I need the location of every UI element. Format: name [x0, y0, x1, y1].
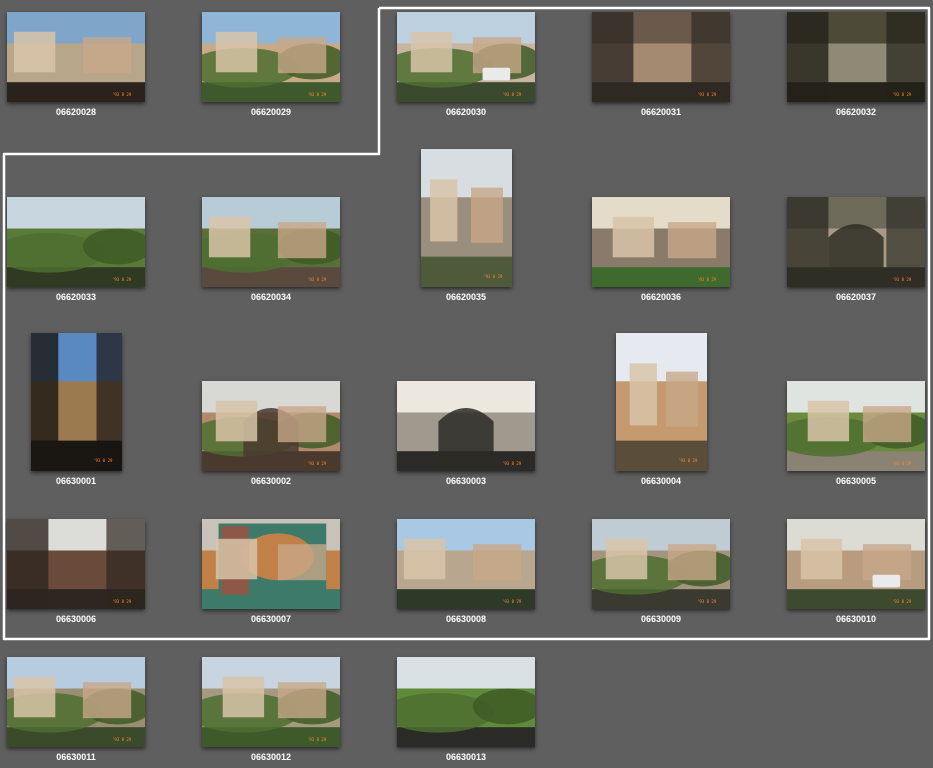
date-stamp: '93 8 29	[678, 457, 698, 463]
date-stamp: '93 8 29	[696, 276, 717, 282]
date-stamp: '93 8 29	[93, 457, 113, 463]
photo-filename: 06630001	[55, 476, 97, 486]
date-stamp: '93 8 29	[891, 598, 912, 604]
photo-thumbnail[interactable]: '93 8 29	[30, 333, 122, 471]
photo-filename: 06630011	[56, 752, 96, 762]
date-stamp: '93 8 29	[891, 91, 912, 97]
photo-thumbnail[interactable]: '93 8 29	[202, 657, 340, 747]
photo-thumbnail[interactable]: '93 8 29	[7, 519, 145, 609]
date-stamp: '93 8 29	[483, 273, 503, 279]
photo-thumbnail[interactable]: '93 8 29	[202, 381, 340, 471]
photo-filename: 06630006	[55, 614, 97, 624]
photo-thumbnail[interactable]	[202, 519, 340, 609]
photo-filename: 06620028	[55, 107, 97, 117]
date-stamp: '93 8 29	[306, 736, 327, 742]
date-stamp: '93 8 29	[306, 276, 327, 282]
date-stamp: '93 8 29	[501, 91, 522, 97]
photo-filename: 06620030	[445, 107, 487, 117]
photo-thumbnail[interactable]: '93 8 29	[202, 197, 340, 287]
photo-thumbnail[interactable]: '93 8 29	[787, 519, 925, 609]
photo-filename: 06630008	[445, 614, 487, 624]
photo-filename: 06630012	[250, 752, 292, 762]
photo-filename: 06630013	[445, 752, 487, 762]
photo-filename: 06630005	[835, 476, 877, 486]
date-stamp: '93 8 29	[111, 598, 132, 604]
photo-thumbnail[interactable]: '93 8 29	[787, 12, 925, 102]
photo-filename: 06630004	[640, 476, 682, 486]
date-stamp: '93 8 29	[891, 460, 912, 466]
date-stamp: '93 8 29	[306, 91, 327, 97]
photo-filename: 06630010	[835, 614, 877, 624]
date-stamp: '93 8 29	[891, 276, 912, 282]
photo-filename: 06620034	[250, 292, 292, 302]
photo-filename: 06630007	[250, 614, 292, 624]
photo-filename: 06630002	[250, 476, 292, 486]
date-stamp: '93 8 29	[696, 91, 717, 97]
date-stamp: '93 8 29	[111, 276, 132, 282]
photo-thumbnail[interactable]: '93 8 29	[397, 519, 535, 609]
photo-filename: 06620031	[640, 107, 682, 117]
date-stamp: '93 8 29	[696, 598, 717, 604]
date-stamp: '93 8 29	[306, 460, 327, 466]
date-stamp: '93 8 29	[501, 598, 522, 604]
photo-filename: 06620035	[445, 292, 487, 302]
photo-grid: '93 8 29 06620028 '93 8 29 06620029 '93 8 29…	[0, 0, 933, 768]
photo-thumbnail[interactable]: '93 8 29	[202, 12, 340, 102]
photo-filename: 06620029	[250, 107, 292, 117]
photo-thumbnail[interactable]: '93 8 29	[787, 197, 925, 287]
photo-filename: 06620033	[55, 292, 97, 302]
photo-thumbnail[interactable]: '93 8 29	[7, 197, 145, 287]
photo-thumbnail[interactable]	[397, 657, 535, 747]
photo-thumbnail[interactable]: '93 8 29	[7, 12, 145, 102]
photo-thumbnail[interactable]: '93 8 29	[592, 197, 730, 287]
photo-filename: 06630009	[640, 614, 682, 624]
photo-filename: 06620036	[640, 292, 682, 302]
date-stamp: '93 8 29	[111, 736, 132, 742]
date-stamp: '93 8 29	[111, 91, 132, 97]
photo-thumbnail[interactable]: '93 8 29	[592, 12, 730, 102]
photo-thumbnail[interactable]: '93 8 29	[397, 12, 535, 102]
photo-thumbnail[interactable]: '93 8 29	[592, 519, 730, 609]
photo-filename: 06630003	[445, 476, 487, 486]
date-stamp: '93 8 29	[501, 460, 522, 466]
photo-filename: 06620032	[835, 107, 877, 117]
photo-thumbnail[interactable]: '93 8 29	[7, 657, 145, 747]
photo-thumbnail[interactable]: '93 8 29	[397, 381, 535, 471]
photo-thumbnail[interactable]: '93 8 29	[787, 381, 925, 471]
photo-thumbnail[interactable]: '93 8 29	[420, 149, 512, 287]
photo-filename: 06620037	[835, 292, 877, 302]
photo-thumbnail[interactable]: '93 8 29	[615, 333, 707, 471]
